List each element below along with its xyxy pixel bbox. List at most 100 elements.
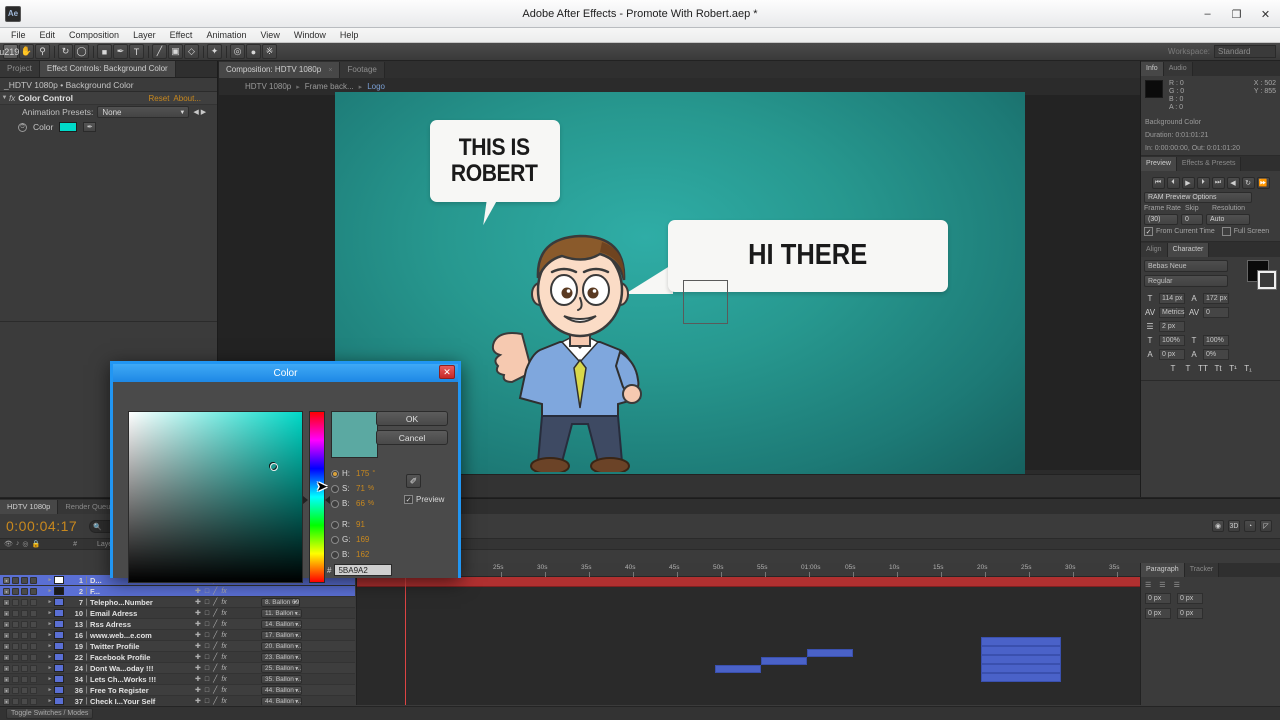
table-row[interactable]: ► 36┃Free To Register✚ □ ╱ fx 44. Ballon ...▼ (0, 685, 355, 696)
layer-parent[interactable]: 20. Ballon ... ▼ (261, 641, 319, 651)
fx-icon[interactable]: fx (221, 643, 226, 650)
transport-button-4[interactable]: ⏭ (1211, 177, 1225, 189)
table-row[interactable]: ► 19┃Twitter Profile✚ □ ╱ fx 20. Ballon ...▼ (0, 641, 355, 652)
parent-dropdown[interactable]: 35. Ballon ... ▼ (261, 675, 303, 684)
layer-switches[interactable] (0, 697, 46, 705)
transform-icon[interactable]: ✚ (195, 675, 201, 683)
motion-blur-icon[interactable]: ╱ (213, 598, 217, 606)
transport-button-3[interactable]: ⏵ (1196, 177, 1210, 189)
hue-slider[interactable] (309, 411, 325, 583)
color-field-S[interactable]: S: 71% (331, 481, 403, 496)
solo-icon[interactable] (21, 686, 28, 694)
color-field-H[interactable]: H: 175 ° (331, 466, 403, 481)
puppet-pin-tool-icon[interactable]: ◎ (230, 44, 245, 59)
puppet-starch-tool-icon[interactable]: ※ (262, 44, 277, 59)
fx-icon[interactable]: fx (221, 599, 226, 606)
disclosure-triangle-icon[interactable]: ► (46, 676, 54, 682)
eye-icon[interactable] (3, 642, 10, 650)
parent-dropdown[interactable]: 25. Ballon ... ▼ (261, 664, 303, 673)
motion-blur-icon[interactable]: ╱ (213, 664, 217, 672)
text-style-button-3[interactable]: Tt (1212, 363, 1224, 374)
hex-input[interactable]: 5BA9A2 (334, 564, 393, 576)
breadcrumb-item-1[interactable]: Frame back... (305, 82, 354, 91)
radio-H[interactable] (331, 469, 339, 478)
parent-dropdown[interactable]: 8. Ballon 09 ▼ (261, 598, 301, 607)
menu-window[interactable]: Window (287, 28, 333, 43)
menu-file[interactable]: File (4, 28, 33, 43)
transform-icon[interactable]: ✚ (195, 631, 201, 639)
radio-B2[interactable] (331, 550, 339, 559)
layer-switches[interactable] (0, 587, 46, 595)
table-row[interactable]: ► 34┃Lets Ch...Works !!!✚ □ ╱ fx 35. Ballon .… (0, 674, 355, 685)
layer-parent[interactable]: ▼ (261, 586, 319, 596)
layer-name[interactable]: Telepho...Number (90, 598, 195, 607)
field-value-B[interactable]: 66 (356, 499, 365, 508)
timeline-graph-area[interactable]: 15s20s25s30s35s40s45s50s55s01:00s05s10s1… (356, 563, 1207, 705)
audio-icon[interactable] (12, 642, 19, 650)
eye-icon[interactable] (3, 587, 10, 595)
keyframe-bar[interactable] (981, 637, 1061, 646)
layer-mode-switches[interactable]: ✚ □ ╱ fx (195, 697, 261, 706)
audio-icon[interactable] (12, 664, 19, 672)
from-current-time-checkbox[interactable]: ✓ (1144, 227, 1153, 236)
quality-icon[interactable]: □ (205, 610, 209, 617)
text-style-button-1[interactable]: T (1182, 363, 1194, 374)
audio-icon[interactable] (12, 609, 19, 617)
motion-blur-icon[interactable]: ╱ (213, 620, 217, 628)
quality-icon[interactable]: □ (205, 643, 209, 650)
pen-tool-icon[interactable]: ✒ (113, 44, 128, 59)
preset-nav-arrows[interactable]: ◀▶ (193, 108, 208, 116)
layer-color-swatch[interactable] (54, 620, 64, 628)
motion-blur-icon[interactable]: ╱ (213, 587, 217, 595)
layer-name[interactable]: Rss Adress (90, 620, 195, 629)
quality-icon[interactable]: □ (205, 654, 209, 661)
leading-field[interactable]: 172 px (1203, 293, 1229, 304)
keyframe-bar[interactable] (761, 657, 807, 665)
fx-icon[interactable]: fx (221, 588, 226, 595)
audio-icon[interactable] (12, 587, 19, 595)
audio-icon[interactable] (12, 697, 19, 705)
disclosure-triangle-icon[interactable]: ► (46, 687, 54, 693)
fx-icon[interactable]: fx (221, 632, 226, 639)
lock-icon[interactable] (30, 587, 37, 595)
fx-icon[interactable]: fx (221, 698, 226, 705)
rotation-tool-icon[interactable]: ↻ (58, 44, 73, 59)
effect-row-color-control[interactable]: ▼ fx Color Control Reset About... (0, 92, 217, 105)
workspace-dropdown[interactable]: Standard (1214, 45, 1276, 58)
tab-timeline-hdtv1080p[interactable]: HDTV 1080p (0, 500, 59, 514)
transform-icon[interactable]: ✚ (195, 642, 201, 650)
ram-preview-options-row[interactable]: RAM Preview Options (1144, 192, 1277, 203)
field-value-H[interactable]: 175 (356, 469, 369, 478)
layer-name[interactable]: Check I...Your Self (90, 697, 195, 706)
layer-parent[interactable]: 44. Ballon ... ▼ (261, 685, 319, 695)
cancel-button[interactable]: Cancel (376, 430, 448, 445)
layer-mode-switches[interactable]: ✚ □ ╱ fx (195, 642, 261, 651)
field-value-B2[interactable]: 162 (356, 550, 369, 559)
layer-name[interactable]: Facebook Profile (90, 653, 195, 662)
layer-parent[interactable]: 11. Ballon ... ▼ (261, 608, 319, 618)
audio-icon[interactable] (12, 653, 19, 661)
saturation-brightness-field[interactable] (128, 411, 303, 583)
preview-checkbox[interactable]: ✓ (404, 495, 413, 504)
motion-blur-icon[interactable]: ◔ (1244, 520, 1256, 532)
brush-tool-icon[interactable]: ╱ (152, 44, 167, 59)
keyframe-bar[interactable] (807, 649, 853, 657)
layer-color-swatch[interactable] (54, 587, 64, 595)
field-value-R[interactable]: 91 (356, 520, 365, 529)
tab-composition[interactable]: Composition: HDTV 1080p × (219, 62, 341, 78)
color-field-B2[interactable]: B: 162 (331, 547, 403, 562)
preview-resolution-dropdown[interactable]: Auto (1206, 214, 1250, 225)
ok-button[interactable]: OK (376, 411, 448, 426)
clone-stamp-tool-icon[interactable]: ▣ (168, 44, 183, 59)
layer-parent[interactable]: 25. Ballon ... ▼ (261, 663, 319, 673)
motion-blur-icon[interactable]: ╱ (213, 653, 217, 661)
eye-icon[interactable] (3, 653, 10, 661)
layer-mode-switches[interactable]: ✚ □ ╱ fx (195, 587, 261, 596)
audio-icon[interactable] (12, 620, 19, 628)
menu-edit[interactable]: Edit (33, 28, 63, 43)
lock-icon[interactable] (30, 653, 37, 661)
keyframe-bar[interactable] (981, 664, 1061, 673)
kerning-field[interactable]: Metrics (1159, 307, 1185, 318)
layer-parent[interactable]: 17. Ballon ... ▼ (261, 630, 319, 640)
tab-tracker[interactable]: Tracker (1184, 563, 1220, 577)
